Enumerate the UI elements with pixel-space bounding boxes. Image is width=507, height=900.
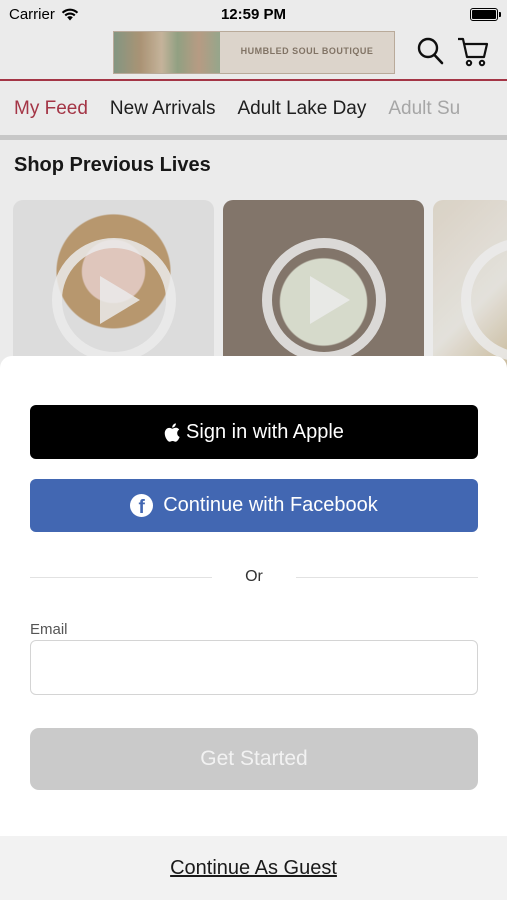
sign-in-sheet: Sign in with Apple f Continue with Faceb… [0, 356, 507, 900]
or-divider: Or [30, 566, 478, 588]
divider-line-right [296, 577, 478, 578]
guest-bar: Continue As Guest [0, 836, 507, 900]
get-started-button[interactable]: Get Started [30, 728, 478, 790]
email-label: Email [30, 621, 68, 638]
get-started-label: Get Started [200, 747, 308, 770]
facebook-icon: f [130, 494, 154, 517]
sign-in-apple-button[interactable]: Sign in with Apple [30, 405, 478, 459]
apple-icon [164, 422, 180, 442]
apple-button-label: Sign in with Apple [186, 420, 344, 443]
facebook-button-label: Continue with Facebook [163, 494, 378, 516]
email-field[interactable] [30, 640, 478, 695]
continue-facebook-button[interactable]: f Continue with Facebook [30, 479, 478, 532]
continue-as-guest-link[interactable]: Continue As Guest [170, 857, 337, 880]
